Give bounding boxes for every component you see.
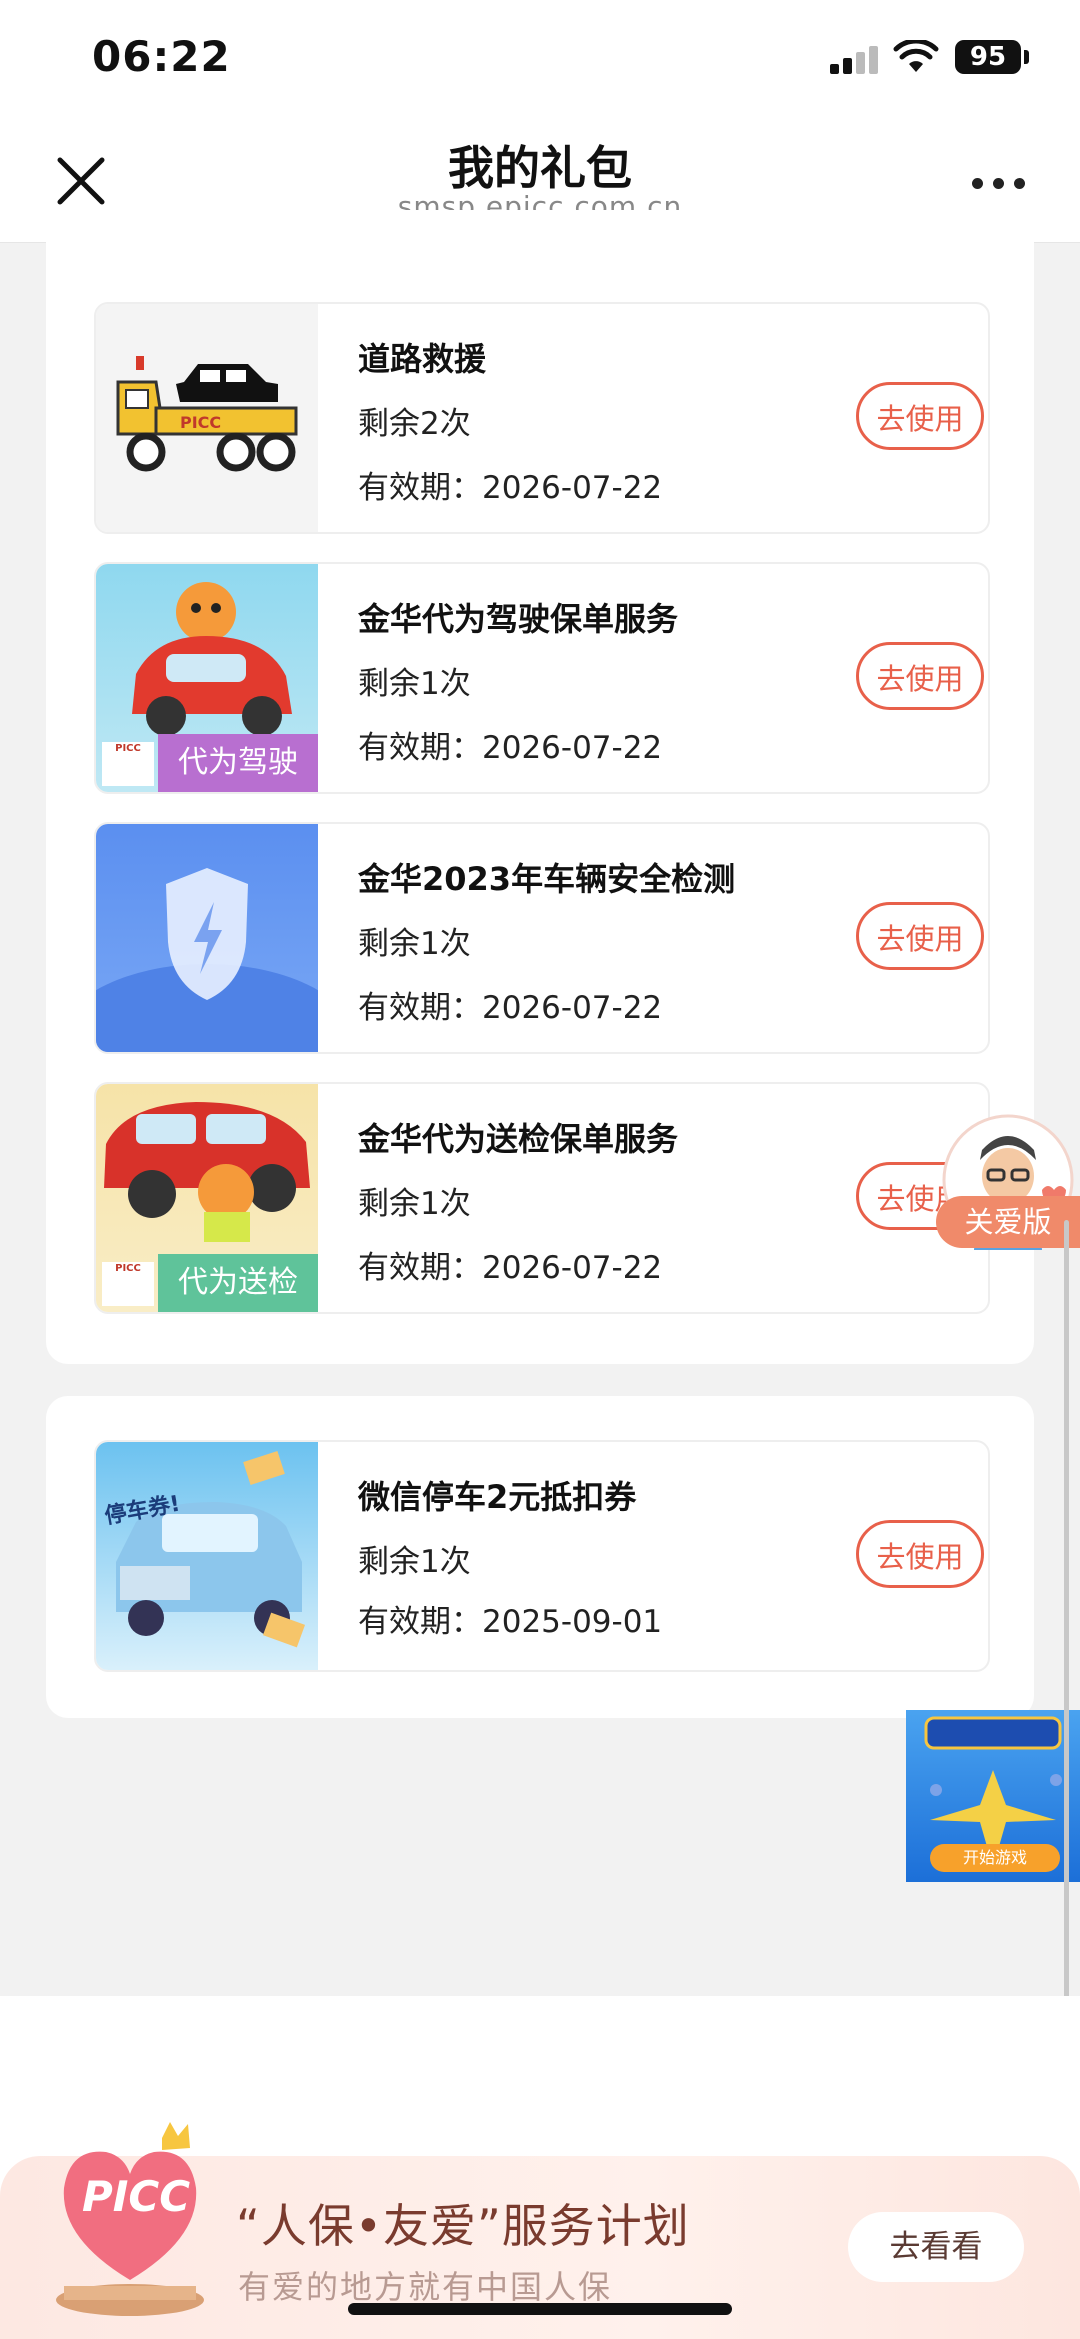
care-mode-label[interactable]: 关爱版	[936, 1196, 1080, 1248]
gift-expiry: 有效期：2025-09-01	[358, 1604, 663, 1640]
gift-panel: PICC 道路救援 剩余2次 有效期：2026-07-22 去使用 PICC 代…	[46, 210, 1034, 1364]
use-button[interactable]: 去使用	[856, 1520, 984, 1588]
view-more-button[interactable]: 去看看	[848, 2212, 1024, 2282]
gift-title: 微信停车2元抵扣券	[358, 1478, 637, 1516]
gift-remaining: 剩余1次	[358, 666, 471, 702]
service-tag: 代为驾驶	[158, 734, 318, 792]
status-time: 06:22	[92, 32, 231, 81]
home-indicator	[348, 2303, 732, 2315]
parking-coupon-image: 停车券!	[96, 1442, 318, 1670]
tow-truck-image: PICC	[96, 304, 318, 532]
gift-title: 金华代为驾驶保单服务	[358, 600, 679, 638]
page-title: 我的礼包	[448, 141, 632, 195]
battery-level: 95	[955, 40, 1021, 74]
more-options-icon[interactable]	[968, 170, 1028, 200]
gift-title: 金华2023年车辆安全检测	[358, 860, 736, 898]
gift-card: PICC 道路救援 剩余2次 有效期：2026-07-22 去使用	[94, 302, 990, 534]
picc-mini-logo: PICC	[102, 1262, 154, 1306]
inspection-service-image: PICC 代为送检	[96, 1084, 318, 1312]
gift-card: 停车券! 微信停车2元抵扣券 剩余1次 有效期：2025-09-01 去使用	[94, 1440, 990, 1672]
start-game-button[interactable]: 开始游戏	[930, 1844, 1060, 1872]
use-button[interactable]: 去使用	[856, 642, 984, 710]
gift-remaining: 剩余1次	[358, 926, 471, 962]
driver-service-image: PICC 代为驾驶	[96, 564, 318, 792]
banner-title: “人保•友爱”服务计划	[236, 2199, 690, 2253]
gift-remaining: 剩余1次	[358, 1186, 471, 1222]
gift-title: 金华代为送检保单服务	[358, 1120, 679, 1158]
cellular-signal-icon	[830, 46, 882, 74]
gift-card: 金华2023年车辆安全检测 剩余1次 有效期：2026-07-22 去使用	[94, 822, 990, 1054]
thumb-logo-text: PICC	[180, 413, 222, 432]
status-bar: 06:22 95	[0, 0, 1080, 110]
banner-logo-text: PICC	[82, 2172, 191, 2221]
gift-title: 道路救援	[358, 340, 487, 378]
gift-expiry: 有效期：2026-07-22	[358, 730, 663, 766]
gift-card: PICC 代为驾驶 金华代为驾驶保单服务 剩余1次 有效期：2026-07-22…	[94, 562, 990, 794]
banner-subtitle: 有爱的地方就有中国人保	[238, 2268, 613, 2306]
gift-card: PICC 代为送检 金华代为送检保单服务 剩余1次 有效期：2026-07-22…	[94, 1082, 990, 1314]
use-button[interactable]: 去使用	[856, 382, 984, 450]
use-button[interactable]: 去使用	[856, 902, 984, 970]
gift-expiry: 有效期：2026-07-22	[358, 470, 663, 506]
gift-remaining: 剩余2次	[358, 406, 471, 442]
game-ad-widget[interactable]: 开始游戏	[906, 1710, 1080, 1882]
wifi-icon	[893, 40, 939, 72]
gift-panel: 停车券! 微信停车2元抵扣券 剩余1次 有效期：2025-09-01 去使用	[46, 1396, 1034, 1718]
picc-mini-logo: PICC	[102, 742, 154, 786]
gift-expiry: 有效期：2026-07-22	[358, 1250, 663, 1286]
service-tag: 代为送检	[158, 1254, 318, 1312]
safety-shield-image	[96, 824, 318, 1052]
gift-expiry: 有效期：2026-07-22	[358, 990, 663, 1026]
gift-remaining: 剩余1次	[358, 1544, 471, 1580]
battery-tip	[1024, 50, 1029, 64]
